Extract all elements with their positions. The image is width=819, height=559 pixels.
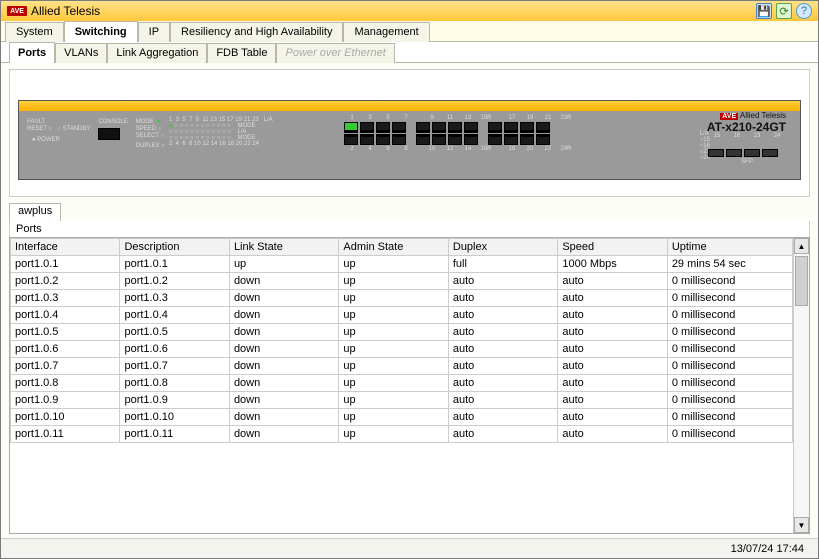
host-tabs: awplus [9, 203, 810, 221]
switch-port[interactable] [488, 122, 502, 133]
subtab-vlans[interactable]: VLANs [55, 43, 107, 63]
tab-management[interactable]: Management [343, 22, 429, 42]
column-header[interactable]: Interface [11, 239, 120, 256]
device-model: AT-x210-24GT [707, 120, 786, 134]
device-brand-text: Allied Telesis [740, 111, 786, 120]
scroll-track[interactable] [794, 254, 809, 517]
switch-port[interactable] [376, 122, 390, 133]
tab-system[interactable]: System [5, 22, 64, 42]
section-label: Ports [9, 221, 810, 237]
switch-port[interactable] [488, 134, 502, 145]
scroll-up-icon[interactable]: ▲ [794, 238, 809, 254]
subtab-link-aggregation[interactable]: Link Aggregation [107, 43, 207, 63]
table-scrollbar[interactable]: ▲ ▼ [793, 238, 809, 533]
ports-table: InterfaceDescriptionLink StateAdmin Stat… [10, 238, 793, 443]
ports-table-wrap: InterfaceDescriptionLink StateAdmin Stat… [9, 237, 810, 534]
sub-tabs: Ports VLANs Link Aggregation FDB Table P… [1, 42, 818, 63]
tab-ip[interactable]: IP [138, 22, 170, 42]
table-row[interactable]: port1.0.11port1.0.11downupautoauto0 mill… [11, 426, 793, 443]
device-brand-logo-icon: AVE [720, 113, 738, 120]
table-row[interactable]: port1.0.6port1.0.6downupautoauto0 millis… [11, 341, 793, 358]
switch-port[interactable] [448, 122, 462, 133]
switch-port[interactable] [360, 122, 374, 133]
switch-port[interactable] [448, 134, 462, 145]
switch-port[interactable] [376, 134, 390, 145]
switch-port[interactable] [520, 134, 534, 145]
switch-port[interactable] [536, 134, 550, 145]
switch-port[interactable] [504, 134, 518, 145]
switch-port[interactable] [464, 122, 478, 133]
sfp-port[interactable] [726, 149, 742, 157]
switch-port[interactable] [504, 122, 518, 133]
table-row[interactable]: port1.0.7port1.0.7downupautoauto0 millis… [11, 358, 793, 375]
host-tab-awplus[interactable]: awplus [9, 203, 61, 221]
sfp-port[interactable] [744, 149, 760, 157]
column-header[interactable]: Link State [229, 239, 338, 256]
brand-logo: AVE [7, 6, 27, 16]
table-row[interactable]: port1.0.1port1.0.1upupfull1000 Mbps29 mi… [11, 256, 793, 273]
device-left-labels: FAULT RESET ○ ○ STANDBY ● POWER CONSOLE … [27, 119, 165, 150]
table-row[interactable]: port1.0.3port1.0.3downupautoauto0 millis… [11, 290, 793, 307]
switch-port[interactable] [344, 134, 358, 145]
table-row[interactable]: port1.0.5port1.0.5downupautoauto0 millis… [11, 324, 793, 341]
subtab-poe: Power over Ethernet [276, 43, 394, 63]
switch-port[interactable] [416, 122, 430, 133]
table-row[interactable]: port1.0.10port1.0.10downupautoauto0 mill… [11, 409, 793, 426]
port-block: 13579111315R17192123R 246810121416R18202… [344, 115, 574, 152]
switch-port[interactable] [520, 122, 534, 133]
status-time: 13/07/24 17:44 [731, 543, 804, 555]
switch-port[interactable] [344, 122, 358, 133]
save-icon[interactable]: 💾 [756, 3, 772, 19]
column-header[interactable]: Duplex [448, 239, 557, 256]
column-header[interactable]: Admin State [339, 239, 448, 256]
scroll-thumb[interactable] [795, 256, 808, 306]
tab-switching[interactable]: Switching [64, 21, 138, 42]
switch-port[interactable] [432, 134, 446, 145]
switch-port[interactable] [432, 122, 446, 133]
switch-device: AVE Allied Telesis AT-x210-24GT FAULT RE… [18, 100, 801, 180]
column-header[interactable]: Speed [558, 239, 667, 256]
switch-port[interactable] [360, 134, 374, 145]
brand-logo-icon: AVE [7, 6, 27, 16]
table-row[interactable]: port1.0.2port1.0.2downupautoauto0 millis… [11, 273, 793, 290]
table-row[interactable]: port1.0.8port1.0.8downupautoauto0 millis… [11, 375, 793, 392]
switch-port[interactable] [392, 122, 406, 133]
main-tabs: System Switching IP Resiliency and High … [1, 21, 818, 42]
help-icon[interactable]: ? [796, 3, 812, 19]
switch-port[interactable] [536, 122, 550, 133]
subtab-ports[interactable]: Ports [9, 42, 55, 63]
device-panel: AVE Allied Telesis AT-x210-24GT FAULT RE… [9, 69, 810, 197]
titlebar: AVE Allied Telesis 💾 ⟳ ? [1, 1, 818, 21]
switch-port[interactable] [392, 134, 406, 145]
sfp-port[interactable] [762, 149, 778, 157]
column-header[interactable]: Description [120, 239, 229, 256]
table-row[interactable]: port1.0.9port1.0.9downupautoauto0 millis… [11, 392, 793, 409]
switch-port[interactable] [416, 134, 430, 145]
switch-port[interactable] [464, 134, 478, 145]
statusbar: 13/07/24 17:44 [1, 538, 818, 558]
app-title: Allied Telesis [31, 4, 100, 18]
sfp-block: 15 16 23 24 SFP [708, 133, 786, 165]
table-row[interactable]: port1.0.4port1.0.4downupautoauto0 millis… [11, 307, 793, 324]
sfp-port[interactable] [708, 149, 724, 157]
device-led-matrix: 1 3 5 7 9 11 13 15 17 19 21 23 L/A ● ○ ○… [169, 117, 273, 147]
refresh-icon[interactable]: ⟳ [776, 3, 792, 19]
scroll-down-icon[interactable]: ▼ [794, 517, 809, 533]
app-window: AVE Allied Telesis 💾 ⟳ ? System Switchin… [0, 0, 819, 559]
subtab-fdb-table[interactable]: FDB Table [207, 43, 276, 63]
column-header[interactable]: Uptime [667, 239, 792, 256]
tab-resiliency[interactable]: Resiliency and High Availability [170, 22, 343, 42]
